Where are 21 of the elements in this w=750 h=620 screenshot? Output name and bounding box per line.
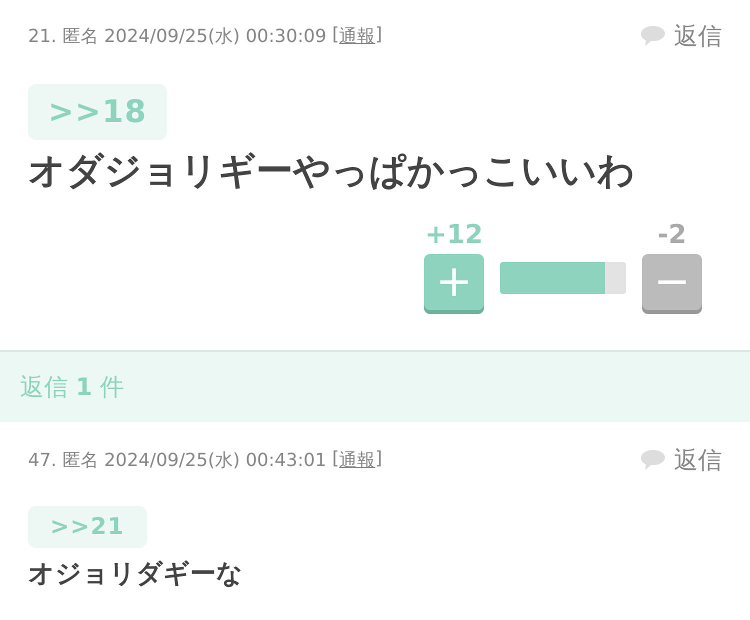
reply-button[interactable]: 返信 (640, 444, 722, 476)
anchor-tag[interactable]: >>18 (28, 84, 168, 140)
minus-button[interactable]: − (642, 254, 702, 310)
bracket: ] (375, 24, 382, 47)
anchor-tag[interactable]: >>21 (28, 506, 147, 548)
post-body: オジョリダギーな (28, 558, 244, 591)
speech-bubble-icon (640, 25, 666, 47)
bracket: ] (375, 448, 382, 471)
plus-button[interactable]: + (424, 254, 484, 310)
minus-count: -2 (658, 220, 686, 250)
bracket: [ (332, 448, 340, 471)
bracket: [ (332, 24, 340, 47)
speech-bubble-icon (640, 449, 666, 471)
post-body: オダジョリギーやっぱかっこいいわ (28, 148, 636, 194)
reply-button[interactable]: 返信 (640, 20, 722, 52)
plus-count: +12 (425, 220, 483, 250)
post-meta: 21. 匿名 2024/09/25(水) 00:30:09 (28, 25, 326, 48)
post-meta: 47. 匿名 2024/09/25(水) 00:43:01 (28, 449, 326, 472)
report-link[interactable]: 通報 (339, 24, 376, 48)
reply-count-link[interactable]: 返信 1 件 (20, 371, 124, 403)
report-link[interactable]: 通報 (339, 448, 376, 472)
